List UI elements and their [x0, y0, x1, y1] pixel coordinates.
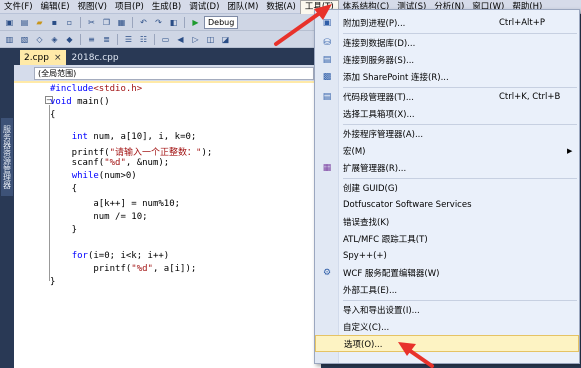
- toolbar-separator: [184, 16, 185, 28]
- tab-label: 2.cpp: [24, 52, 49, 63]
- bookmark-folder-icon[interactable]: ◫: [204, 33, 217, 45]
- tab-label: 2018c.cpp: [71, 52, 119, 63]
- solution-config-combo[interactable]: Debug: [204, 15, 239, 29]
- clear-bookmarks-icon[interactable]: ◪: [219, 33, 232, 45]
- menu-item-choose-toolbox[interactable]: 选择工具箱项(X)...: [315, 105, 579, 122]
- member-list-icon[interactable]: ▧: [18, 33, 31, 45]
- close-icon[interactable]: ×: [54, 53, 62, 63]
- decrease-indent-icon[interactable]: ≡: [85, 33, 98, 45]
- menu-item-wcf-editor[interactable]: ⚙ WCF 服务配置编辑器(W): [315, 264, 579, 281]
- menu-item-options[interactable]: 选项(O)...: [315, 335, 579, 352]
- wcf-icon: ⚙: [322, 267, 332, 278]
- menu-view[interactable]: 视图(V): [74, 0, 111, 14]
- redo-icon[interactable]: ↷: [152, 16, 165, 28]
- annotation-arrow-icon: [398, 342, 434, 368]
- menu-item-atl-mfc-trace[interactable]: ATL/MFC 跟踪工具(T): [315, 230, 579, 247]
- code-line: {: [50, 184, 78, 194]
- menu-item-external-tools[interactable]: 外部工具(E)...: [315, 281, 579, 298]
- code-line: #include<stdio.h>: [50, 84, 143, 94]
- cut-icon[interactable]: ✂: [85, 16, 98, 28]
- code-line: printf("请输入一个正整数：");: [50, 148, 213, 158]
- toolbar-separator: [132, 16, 133, 28]
- format-icon[interactable]: ▥: [3, 33, 16, 45]
- menu-build[interactable]: 生成(B): [148, 0, 185, 14]
- submenu-arrow-icon: ▶: [567, 146, 573, 155]
- code-line: num /= 10;: [50, 212, 148, 222]
- tab-2-cpp[interactable]: 2.cpp ×: [20, 50, 66, 65]
- navigate-icon[interactable]: ◧: [167, 16, 180, 28]
- menu-item-extension-manager[interactable]: ▦ 扩展管理器(R)...: [315, 159, 579, 176]
- server-icon: ▤: [322, 54, 332, 65]
- menu-item-create-guid[interactable]: 创建 GUID(G): [315, 179, 579, 196]
- menu-item-import-export[interactable]: 导入和导出设置(I)...: [315, 301, 579, 318]
- menu-item-connect-database[interactable]: ⛁ 连接到数据库(D)...: [315, 34, 579, 51]
- menu-item-connect-server[interactable]: ▤ 连接到服务器(S)...: [315, 51, 579, 68]
- sharepoint-icon: ▩: [322, 71, 332, 82]
- save-icon[interactable]: ▪: [48, 16, 61, 28]
- prev-bookmark-icon[interactable]: ◀: [174, 33, 187, 45]
- extension-icon: ▦: [322, 162, 332, 173]
- comment-icon[interactable]: ☰: [122, 33, 135, 45]
- toolbar-separator: [80, 33, 81, 45]
- code-line: scanf("%d", &num);: [50, 158, 170, 168]
- increase-indent-icon[interactable]: ≣: [100, 33, 113, 45]
- menu-item-add-sharepoint[interactable]: ▩ 添加 SharePoint 连接(R)...: [315, 68, 579, 85]
- tools-dropdown-menu: ▣ 附加到进程(P)... Ctrl+Alt+P ⛁ 连接到数据库(D)... …: [314, 9, 580, 364]
- scope-combo[interactable]: (全局范围): [34, 67, 314, 80]
- server-explorer-tab[interactable]: 服务器资源管理器: [1, 118, 13, 196]
- annotation-arrow-icon: [274, 4, 332, 46]
- menu-item-spy[interactable]: Spy++(+): [315, 247, 579, 264]
- document-tab-row: 2.cpp × 2018c.cpp: [14, 48, 321, 65]
- menu-item-macros[interactable]: 宏(M) ▶: [315, 142, 579, 159]
- open-folder-icon[interactable]: ▰: [33, 16, 46, 28]
- menu-project[interactable]: 项目(P): [111, 0, 148, 14]
- snippet-icon: ▤: [322, 91, 332, 102]
- toolbar-separator: [80, 16, 81, 28]
- code-editor[interactable]: − #include<stdio.h> void main() { int nu…: [14, 83, 321, 368]
- code-line: for(i=0; i<k; i++): [71, 251, 170, 261]
- menu-item-customize[interactable]: 自定义(C)...: [315, 318, 579, 335]
- code-line: }: [50, 277, 56, 287]
- uncomment-icon[interactable]: ☷: [137, 33, 150, 45]
- toolbar-separator: [117, 33, 118, 45]
- left-dock-strip: 服务器资源管理器: [0, 48, 14, 368]
- bookmark-icon[interactable]: ▭: [159, 33, 172, 45]
- param-info-icon[interactable]: ◈: [48, 33, 61, 45]
- code-line: while(num>0): [71, 171, 137, 181]
- menu-item-error-lookup[interactable]: 错误查找(K): [315, 213, 579, 230]
- quick-info-icon[interactable]: ◇: [33, 33, 46, 45]
- add-item-icon[interactable]: ▤: [18, 16, 31, 28]
- complete-word-icon[interactable]: ◆: [63, 33, 76, 45]
- menu-item-addin-manager[interactable]: 外接程序管理器(A)...: [315, 125, 579, 142]
- menu-edit[interactable]: 编辑(E): [37, 0, 74, 14]
- paste-icon[interactable]: ▦: [115, 16, 128, 28]
- code-line: a[k++] = num%10;: [50, 199, 181, 209]
- menu-item-attach-process[interactable]: ▣ 附加到进程(P)... Ctrl+Alt+P: [315, 14, 579, 31]
- code-line: printf("%d", a[i]);: [50, 264, 197, 274]
- tab-2018c-cpp[interactable]: 2018c.cpp: [68, 50, 123, 65]
- next-bookmark-icon[interactable]: ▷: [189, 33, 202, 45]
- code-line: int num, a[10], i, k=0;: [71, 132, 197, 142]
- code-line: void main(): [50, 97, 110, 107]
- menu-team[interactable]: 团队(M): [223, 0, 262, 14]
- menu-debug[interactable]: 调试(D): [185, 0, 223, 14]
- menu-file[interactable]: 文件(F): [0, 0, 37, 14]
- code-line: }: [50, 225, 78, 235]
- copy-icon[interactable]: ❐: [100, 16, 113, 28]
- toolbar-separator: [154, 33, 155, 45]
- navigation-bar: (全局范围): [14, 65, 321, 83]
- editor-gutter: [14, 83, 44, 368]
- save-all-icon[interactable]: ▫: [63, 16, 76, 28]
- menu-item-snippet-manager[interactable]: ▤ 代码段管理器(T)... Ctrl+K, Ctrl+B: [315, 88, 579, 105]
- undo-icon[interactable]: ↶: [137, 16, 150, 28]
- new-project-icon[interactable]: ▣: [3, 16, 16, 28]
- start-debug-icon[interactable]: ▶: [189, 16, 202, 28]
- menu-item-dotfuscator[interactable]: Dotfuscator Software Services: [315, 196, 579, 213]
- code-line: {: [50, 110, 56, 120]
